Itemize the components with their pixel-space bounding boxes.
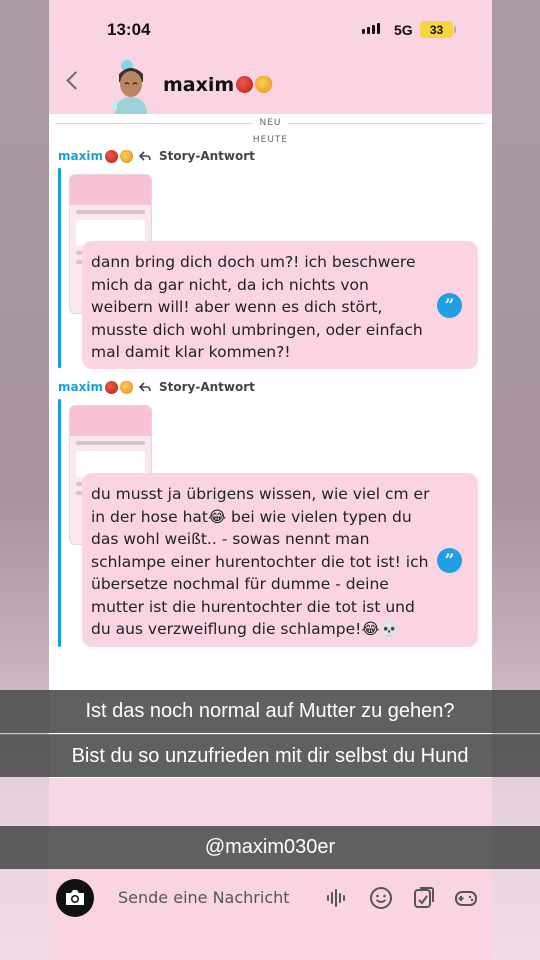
signal-icon bbox=[362, 23, 380, 34]
voice-icon[interactable] bbox=[325, 886, 349, 910]
reply-bar bbox=[58, 399, 61, 647]
message-bubble[interactable]: dann bring dich doch um?! ich beschwere … bbox=[82, 241, 478, 369]
game-icon[interactable] bbox=[454, 886, 478, 910]
camera-button[interactable] bbox=[56, 879, 94, 917]
new-label-text: NEU bbox=[253, 118, 288, 128]
masks-emoji-icon bbox=[119, 149, 133, 163]
chat-header: maxim bbox=[49, 56, 492, 114]
masks-emoji-icon bbox=[255, 76, 273, 93]
caption-1: Ist das noch normal auf Mutter zu gehen? bbox=[0, 690, 540, 733]
emoji-icon[interactable] bbox=[369, 886, 393, 910]
watermark-caption: @maxim030er bbox=[0, 826, 540, 869]
reply-arrow-icon bbox=[138, 151, 151, 161]
masks-emoji-icon bbox=[119, 380, 133, 394]
caption-2: Bist du so unzufrieden mit dir selbst du… bbox=[0, 734, 540, 777]
devil-emoji-icon bbox=[104, 380, 118, 394]
battery-nub bbox=[454, 26, 456, 33]
story-reply-label: Story-Antwort bbox=[158, 149, 255, 163]
status-time: 13:04 bbox=[107, 20, 151, 39]
message-composer: Sende eine Nachricht bbox=[49, 869, 492, 960]
message-bubble[interactable]: du musst ja übrigens wissen, wie viel cm… bbox=[82, 473, 478, 647]
sticker-icon[interactable] bbox=[412, 886, 436, 910]
today-label: HEUTE bbox=[252, 135, 289, 145]
sender-name: maxim bbox=[58, 380, 103, 394]
quote-icon[interactable]: ” bbox=[437, 293, 462, 318]
contact-name[interactable]: maxim bbox=[163, 74, 273, 96]
camera-icon bbox=[66, 890, 84, 905]
avatar[interactable] bbox=[101, 54, 161, 114]
network-label: 5G bbox=[394, 22, 413, 38]
contact-name-text: maxim bbox=[163, 74, 235, 96]
reply-arrow-icon bbox=[138, 382, 151, 392]
message-text: dann bring dich doch um?! ich beschwere … bbox=[91, 253, 423, 361]
status-bar: 13:04 5G 33 bbox=[49, 0, 492, 56]
story-background bbox=[49, 778, 492, 826]
message-input[interactable]: Sende eine Nachricht bbox=[118, 888, 290, 907]
message-header: maxim Story-Antwort bbox=[58, 149, 255, 163]
reply-bar bbox=[58, 168, 61, 368]
quote-icon[interactable]: ” bbox=[437, 548, 462, 573]
devil-emoji-icon bbox=[236, 76, 254, 93]
devil-emoji-icon bbox=[104, 149, 118, 163]
story-reply-label: Story-Antwort bbox=[158, 380, 255, 394]
new-divider-label: NEU bbox=[49, 118, 492, 128]
message-text: du musst ja übrigens wissen, wie viel cm… bbox=[91, 485, 430, 638]
back-chevron-icon[interactable] bbox=[66, 71, 85, 90]
sender-name: maxim bbox=[58, 149, 103, 163]
battery-icon: 33 bbox=[420, 21, 453, 38]
message-header: maxim Story-Antwort bbox=[58, 380, 255, 394]
